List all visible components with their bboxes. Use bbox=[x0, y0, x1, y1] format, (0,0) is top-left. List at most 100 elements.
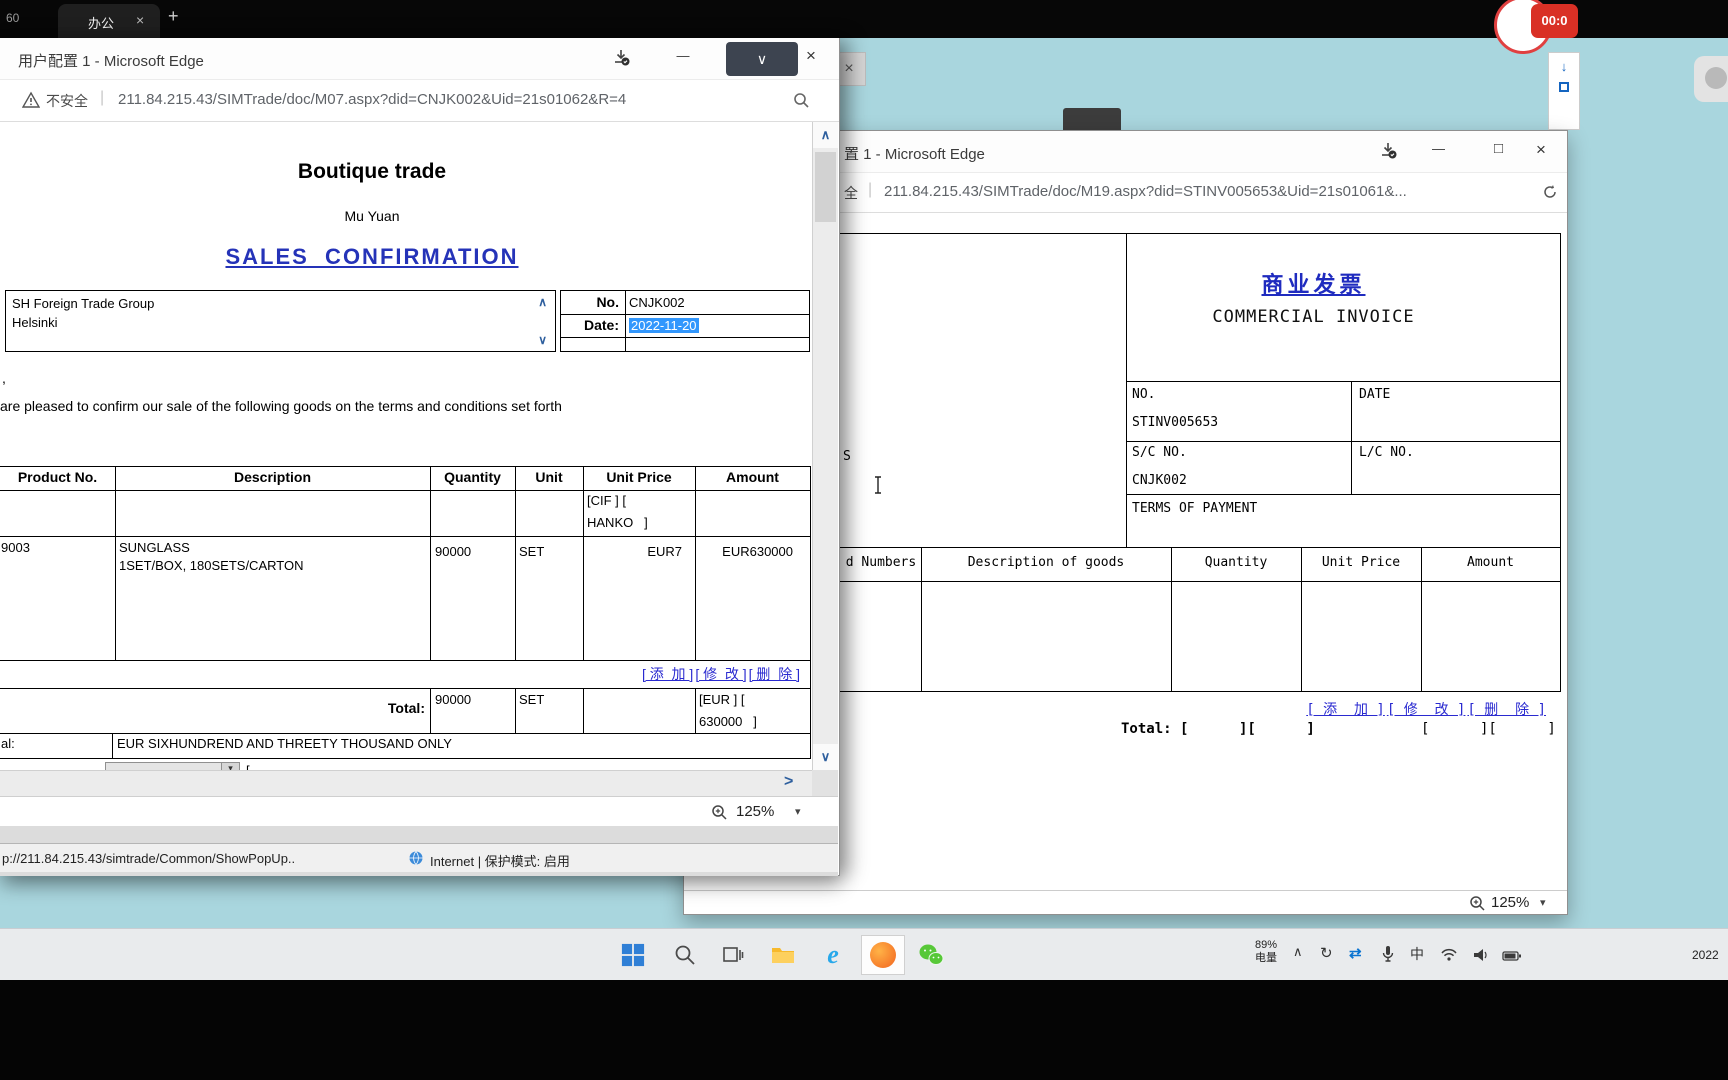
maximize-button[interactable]: □ bbox=[1494, 140, 1503, 157]
recording-timer-text: 00:0 bbox=[1541, 13, 1568, 28]
spinner-down-icon[interactable]: ∨ bbox=[538, 333, 547, 347]
add-link[interactable]: [ 添 加 ] bbox=[1306, 699, 1385, 719]
invoice-sc-value: CNJK002 bbox=[1132, 473, 1187, 488]
tab-label: 办公 bbox=[88, 16, 115, 31]
scrollbar-thumb[interactable] bbox=[815, 152, 836, 222]
wechat-button[interactable] bbox=[909, 935, 953, 975]
tray-refresh-icon[interactable]: ↻ bbox=[1320, 944, 1333, 962]
minimize-button[interactable]: — bbox=[668, 48, 698, 63]
screen: 60 办公 × + × ↓ 置 1 - Microsoft Edge — □ ×… bbox=[0, 0, 1728, 1080]
zoom-icon[interactable] bbox=[1468, 894, 1486, 917]
table-border bbox=[0, 688, 811, 689]
text-fragment-comma: , bbox=[2, 370, 6, 386]
company-name: Boutique trade bbox=[297, 160, 447, 183]
table-border bbox=[0, 660, 811, 661]
total-label: Total: bbox=[387, 700, 425, 716]
task-view-button[interactable] bbox=[711, 935, 755, 975]
text-fragment: S bbox=[843, 449, 851, 464]
close-button[interactable]: × bbox=[806, 46, 816, 66]
table-border bbox=[515, 466, 516, 660]
vertical-scrollbar[interactable]: ∧ ∨ bbox=[812, 122, 838, 770]
download-arrow-icon: ↓ bbox=[1560, 59, 1568, 74]
minimize-button[interactable]: — bbox=[1432, 141, 1445, 156]
bottom-letterbox bbox=[0, 980, 1728, 1080]
close-icon[interactable]: × bbox=[844, 60, 853, 77]
horizontal-scrollbar[interactable]: > bbox=[0, 770, 812, 796]
battery-icon[interactable] bbox=[1502, 949, 1522, 967]
zoom-caret-icon[interactable]: ▾ bbox=[1540, 896, 1546, 909]
microphone-icon[interactable] bbox=[1380, 945, 1396, 968]
chevron-up-icon: ∧ bbox=[820, 127, 831, 142]
table-border bbox=[0, 733, 811, 734]
chevron-right-icon[interactable]: > bbox=[784, 773, 793, 791]
seller-box[interactable]: SH Foreign Trade Group Helsinki ∧ ∨ bbox=[5, 290, 556, 352]
browser-tab[interactable]: 办公 × bbox=[58, 4, 160, 38]
zoom-caret-icon[interactable]: ▾ bbox=[795, 805, 801, 818]
price-terms-line2: HANKO ] bbox=[587, 515, 648, 530]
invoice-title-en: COMMERCIAL INVOICE bbox=[1212, 307, 1415, 327]
tab-close-icon[interactable]: × bbox=[136, 12, 144, 28]
taskbar: e 89% 电量 ∧ ↻ ⇄ 中 2022 bbox=[0, 928, 1728, 980]
taskbar-clock[interactable]: 2022 bbox=[1692, 948, 1719, 962]
window1-title: 用户配置 1 - Microsoft Edge bbox=[18, 53, 204, 70]
clipped-dropdown[interactable]: ▾ bbox=[105, 762, 240, 770]
header-amount: Amount bbox=[726, 469, 779, 485]
tray-chevron-icon[interactable]: ∧ bbox=[1293, 944, 1303, 960]
zoom-level[interactable]: 125% bbox=[1491, 894, 1529, 911]
modify-link[interactable]: [ 修 改 ] bbox=[1387, 699, 1466, 719]
download-icon[interactable] bbox=[612, 48, 630, 71]
ie-icon: e bbox=[827, 940, 839, 969]
ime-indicator[interactable]: 中 bbox=[1410, 944, 1424, 964]
zoom-level[interactable]: 125% bbox=[736, 803, 774, 820]
close-button[interactable]: × bbox=[1536, 140, 1546, 160]
download-icon[interactable] bbox=[1379, 141, 1397, 164]
table-border bbox=[810, 466, 811, 758]
spinner-up-icon[interactable]: ∧ bbox=[538, 295, 547, 309]
status-zone-text: Internet | 保护模式: 启用 bbox=[430, 854, 570, 869]
window1-titlebar[interactable]: 用户配置 1 - Microsoft Edge — ∨ × bbox=[0, 38, 839, 80]
delete-link[interactable]: [ 删 除 ] bbox=[749, 664, 800, 684]
file-explorer-button[interactable] bbox=[761, 935, 805, 975]
start-button[interactable] bbox=[611, 935, 655, 975]
battery-percent-widget[interactable]: 89% 电量 bbox=[1246, 939, 1286, 965]
row-unit: SET bbox=[519, 544, 545, 559]
invoice-total-right: [ ][ ] bbox=[1421, 721, 1556, 737]
recording-timer-badge[interactable]: 00:0 bbox=[1531, 4, 1578, 38]
words-label-fragment: al: bbox=[1, 736, 15, 751]
tray-sync-icon[interactable]: ⇄ bbox=[1349, 944, 1362, 962]
internet-explorer-button[interactable]: e bbox=[811, 935, 855, 975]
taskbar-search-button[interactable] bbox=[663, 935, 707, 975]
invoice-no-value: STINV005653 bbox=[1132, 415, 1219, 430]
dropdown-caret-box[interactable]: ▾ bbox=[221, 763, 239, 770]
address-divider: | bbox=[100, 89, 105, 106]
company-subtitle: Mu Yuan bbox=[344, 208, 400, 224]
address-url[interactable]: 211.84.215.43/SIMTrade/doc/M07.aspx?did=… bbox=[118, 91, 626, 108]
no-value[interactable]: CNJK002 bbox=[629, 295, 685, 310]
wifi-icon[interactable] bbox=[1440, 948, 1458, 967]
add-link[interactable]: [ 添 加 ] bbox=[642, 664, 693, 684]
chevron-down-icon: ∨ bbox=[756, 51, 768, 67]
invoice-lc-label: L/C NO. bbox=[1359, 445, 1414, 460]
tab-bar-left-fragment: 60 bbox=[6, 11, 20, 25]
snap-layout-button[interactable]: ∨ bbox=[726, 42, 798, 76]
table-border bbox=[583, 688, 584, 733]
goods-header-description: Description of goods bbox=[967, 555, 1125, 570]
table-border bbox=[430, 466, 431, 660]
address-url[interactable]: 211.84.215.43/SIMTrade/doc/M19.aspx?did=… bbox=[884, 183, 1407, 200]
modify-link[interactable]: [ 修 改 ] bbox=[695, 664, 746, 684]
volume-icon[interactable] bbox=[1472, 947, 1490, 968]
zoom-icon[interactable] bbox=[710, 803, 728, 826]
status-link-url: p://211.84.215.43/simtrade/Common/ShowPo… bbox=[2, 851, 296, 866]
window1-address-bar[interactable]: 不安全 | 211.84.215.43/SIMTrade/doc/M07.asp… bbox=[0, 80, 839, 122]
delete-link[interactable]: [ 删 除 ] bbox=[1467, 699, 1546, 719]
row-description-line1: SUNGLASS bbox=[119, 540, 190, 555]
scroll-down-button[interactable]: ∨ bbox=[813, 744, 838, 770]
no-date-border bbox=[625, 291, 626, 351]
search-icon[interactable] bbox=[792, 91, 810, 114]
security-warning[interactable]: 不安全 bbox=[46, 91, 88, 111]
address-bar-icon[interactable] bbox=[1540, 182, 1560, 207]
date-value-selected[interactable]: 2022-11-20 bbox=[629, 318, 699, 333]
new-tab-button[interactable]: + bbox=[168, 6, 179, 27]
scroll-up-button[interactable]: ∧ bbox=[813, 122, 838, 148]
active-browser-button[interactable] bbox=[861, 935, 905, 975]
